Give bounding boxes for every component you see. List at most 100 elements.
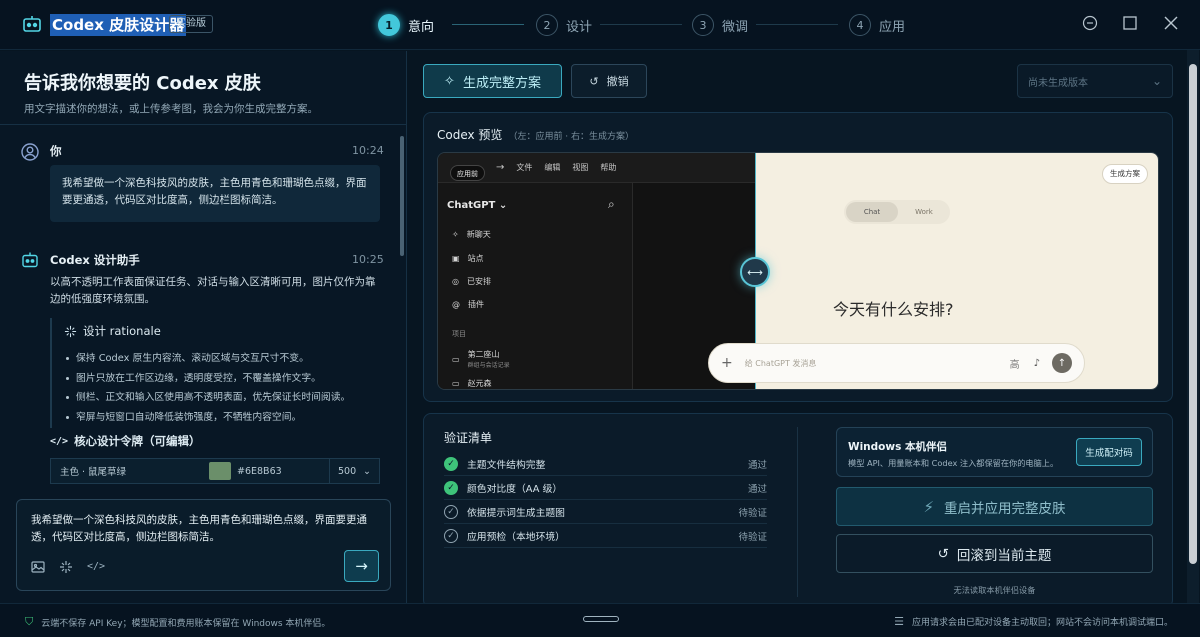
connection-note: ☰ 应用请求会由已配对设备主动取回；网站不会访问本机调试端口。 (894, 615, 1173, 628)
rationale-list: 保持 Codex 原生内容流、滚动区域与交互尺寸不变。 图片只放在工作区边缘，透… (64, 349, 385, 427)
preview-question: 今天有什么安排? (833, 300, 954, 319)
user-msg-time: 10:24 (352, 144, 384, 157)
undo-icon: ↺ (589, 74, 599, 88)
arrow-right-icon: → (496, 162, 505, 173)
before-badge: 应用前 (450, 165, 485, 181)
assistant-msg-time: 10:25 (352, 253, 384, 266)
check-item: ✓ 主题文件结构完整 通过 (444, 452, 767, 476)
send-button[interactable]: → (344, 550, 379, 582)
version-select[interactable]: 尚未生成版本 ⌄ (1017, 64, 1173, 98)
weight-select[interactable]: 500 ⌄ (329, 459, 379, 483)
token-row[interactable]: 主色 · 鼠尾草绿 #6E8B63 500 ⌄ (50, 458, 380, 484)
pair-code-button[interactable]: 生成配对码 (1076, 438, 1142, 466)
divider (0, 124, 407, 125)
preview-nav-item: ▣ 站点 (452, 254, 484, 263)
preview-project-item: ▭ 赵元森 (452, 379, 492, 388)
resize-handle[interactable] (583, 616, 619, 622)
code-icon: </> (50, 435, 69, 447)
comparison-slider-handle[interactable]: ⟷ (740, 257, 770, 287)
app-title: Codex 皮肤设计器 (50, 14, 187, 36)
prompt-input[interactable]: 我希望做一个深色科技风的皮肤，主色用青色和珊瑚色点缀，界面要更通透，代码区对比度… (31, 512, 376, 546)
after-badge: 生成方案 (1102, 164, 1148, 184)
plus-icon: + (721, 355, 733, 371)
close-icon[interactable] (1160, 12, 1182, 34)
main-scrollbar-thumb[interactable] (1189, 64, 1197, 564)
chat-panel: 告诉我你想要的 Codex 皮肤 用文字描述你的想法，或上传参考图，我会为你生成… (0, 51, 407, 603)
chevron-down-icon: ⌄ (1151, 74, 1162, 88)
code-icon[interactable]: </> (87, 560, 105, 574)
step-connector (452, 24, 524, 25)
checks-panel: 验证清单 ✓ 主题文件结构完整 通过 ✓ 颜色对比度（AA 级） 通过 ✓ 依据… (423, 413, 1173, 608)
search-icon: ⌕ (608, 197, 615, 211)
maximize-icon[interactable] (1119, 12, 1141, 34)
step-tune[interactable]: 3 微调 (692, 13, 748, 37)
token-label: 主色 · 鼠尾草绿 (60, 467, 127, 478)
input-tools: </> (31, 560, 105, 574)
step-connector (756, 24, 838, 25)
sparkle-icon: ✧ (452, 230, 459, 239)
preview-section-label: 项目 (452, 330, 466, 338)
privacy-note: ⛉ 云端不保存 API Key；模型配置和费用账本保留在 Windows 本机伴… (25, 615, 331, 629)
tokens-heading: </> 核心设计令牌（可编辑） (50, 434, 201, 448)
list-item: 窄屏与短窗口自动降低装饰强度，不牺牲内容空间。 (64, 408, 385, 428)
list-item: 图片只放在工作区边缘，透明度受控，不覆盖操作文字。 (64, 369, 385, 389)
mic-icon: ♪ (1033, 357, 1040, 369)
chat-title: 告诉我你想要的 Codex 皮肤 (24, 73, 261, 94)
before-preview: → 文件 编辑 视图 帮助 ChatGPT ⌄ ⌕ ✧ 新聊天 ▣ 站点 ◎ 已安排 … (438, 153, 756, 389)
check-circle-icon: ◎ (452, 277, 459, 286)
prompt-input-box[interactable]: 我希望做一个深色科技风的皮肤，主色用青色和珊瑚色点缀，界面要更通透，代码区对比度… (16, 499, 391, 591)
restart-apply-button[interactable]: ⚡ 重启并应用完整皮肤 (836, 487, 1153, 526)
folder-icon: ▭ (452, 379, 460, 388)
rationale-heading: 设计 rationale (64, 323, 385, 339)
chat-scrollbar[interactable] (400, 136, 404, 256)
divider (797, 427, 798, 597)
check-pending-icon: ✓ (444, 528, 458, 543)
preview-menubar: → 文件 编辑 视图 帮助 (438, 153, 756, 183)
robot-icon (23, 16, 41, 32)
preview-project-item: ▭ 第二座山 群组与会话记录 (452, 350, 510, 369)
preview-app-name: ChatGPT ⌄ (447, 200, 508, 211)
minimize-icon[interactable] (1079, 12, 1101, 34)
status-bar: ⛉ 云端不保存 API Key；模型配置和费用账本保留在 Windows 本机伴… (0, 603, 1200, 637)
user-name: 你 (50, 144, 62, 158)
list-item: 保持 Codex 原生内容流、滚动区域与交互尺寸不变。 (64, 349, 385, 369)
color-swatch[interactable] (209, 462, 231, 480)
title-bar: Codex 皮肤设计器 实验版 1 意向 2 设计 3 微调 4 应用 (0, 0, 1200, 50)
shield-icon: ⛉ (25, 615, 34, 628)
preview-nav-item: ✧ 新聊天 (452, 230, 491, 239)
generate-button[interactable]: ✧ 生成完整方案 (423, 64, 562, 98)
assistant-avatar-icon (22, 252, 38, 268)
undo-icon: ↺ (937, 545, 949, 562)
list-item: 侧栏、正文和输入区使用高不透明表面，优先保证长时间阅读。 (64, 388, 385, 408)
sparkle-icon (64, 325, 77, 337)
rationale-section: 设计 rationale 保持 Codex 原生内容流、滚动区域与交互尺寸不变。… (50, 318, 385, 428)
arrow-right-icon: → (355, 557, 368, 575)
folder-icon: ▭ (452, 354, 460, 364)
step-apply[interactable]: 4 应用 (849, 13, 905, 37)
at-icon: @ (452, 300, 460, 309)
preview-title: Codex 预览 （左：应用前 · 右：生成方案） (437, 128, 635, 142)
user-message-bubble: 我希望做一个深色科技风的皮肤，主色用青色和珊瑚色点缀，界面要更通透，代码区对比度… (50, 165, 380, 222)
image-icon[interactable] (31, 560, 45, 574)
check-pending-icon: ✓ (444, 504, 458, 519)
device-status: 无法读取本机伴侣设备 (953, 585, 1036, 595)
step-intent[interactable]: 1 意向 (378, 13, 434, 37)
sparkle-icon[interactable] (59, 560, 73, 574)
token-hex[interactable]: #6E8B63 (237, 466, 329, 477)
rollback-button[interactable]: ↺ 回滚到当前主题 (836, 534, 1153, 573)
companion-title: Windows 本机伴侣 (848, 441, 947, 453)
check-item: ✓ 颜色对比度（AA 级） 通过 (444, 476, 767, 500)
preview-sidebar: ChatGPT ⌄ ⌕ ✧ 新聊天 ▣ 站点 ◎ 已安排 @ 插件 项目 ▭ 第二座山 群组… (438, 183, 633, 389)
preview-input: + 给 ChatGPT 发消息 高 ♪ ↑ (708, 343, 1085, 383)
check-item: ✓ 应用预检（本地环境） 待验证 (444, 524, 767, 548)
send-icon: ↑ (1052, 353, 1072, 373)
preview-panel: Codex 预览 （左：应用前 · 右：生成方案） → 文件 编辑 视图 帮助 C… (423, 112, 1173, 402)
user-avatar-icon (21, 143, 39, 161)
undo-button[interactable]: ↺ 撤销 (571, 64, 647, 98)
chat-subtitle: 用文字描述你的想法，或上传参考图，我会为你生成完整方案。 (24, 103, 318, 115)
sliders-icon: ☰ (894, 615, 904, 628)
step-design[interactable]: 2 设计 (536, 13, 592, 37)
chevron-down-icon: ⌄ (363, 465, 371, 477)
comparison-preview[interactable]: → 文件 编辑 视图 帮助 ChatGPT ⌄ ⌕ ✧ 新聊天 ▣ 站点 ◎ 已安排 … (437, 152, 1159, 390)
sparkle-icon: ✧ (444, 73, 455, 89)
